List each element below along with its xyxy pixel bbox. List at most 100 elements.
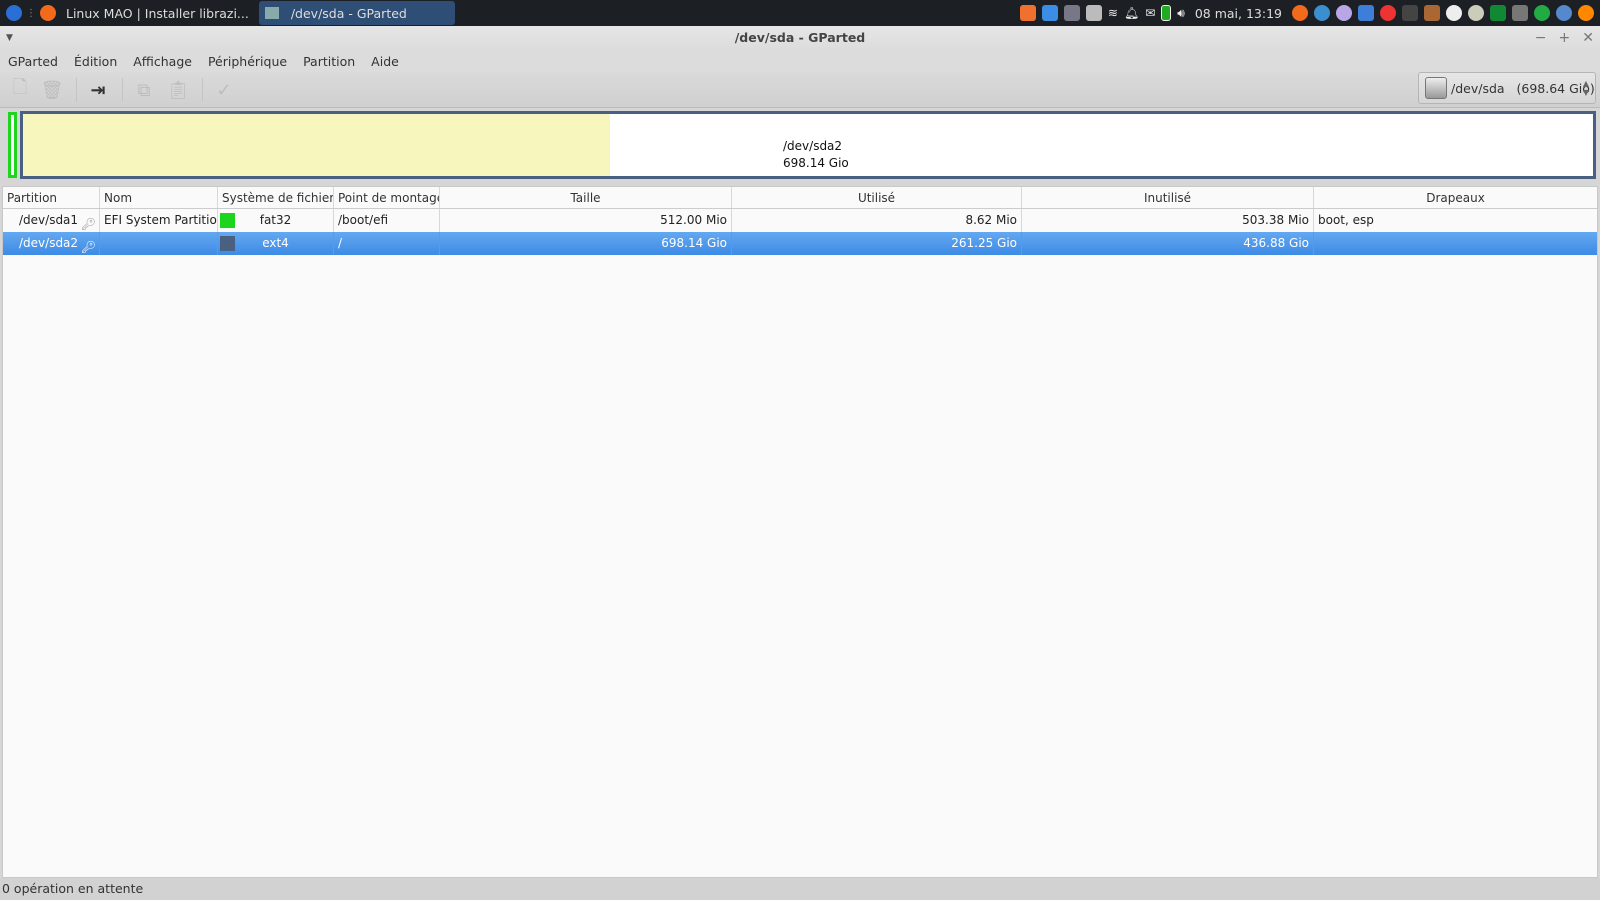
task-label: /dev/sda - GParted [290,5,407,21]
paste-icon[interactable]: 📋︎ [166,78,190,102]
header-drapeaux[interactable]: Drapeaux [1314,187,1597,208]
spinner-arrows-icon: ▲ ▼ [1582,79,1589,97]
close-button[interactable]: ✕ [1582,26,1594,50]
task-firefox[interactable]: Linux MAO | Installer librazi... [60,1,255,25]
delete-icon[interactable]: 🗑︎ [40,78,64,102]
hard-disk-icon [1425,77,1447,99]
clock[interactable]: 08 mai, 13:19 [1195,6,1282,21]
pending-operations: 0 opération en attente [2,881,144,896]
fs-color-swatch [220,236,235,251]
speaker-app-icon[interactable] [1468,5,1484,21]
table-row[interactable]: /dev/sda1 🔑︎ EFI System Partition fat32 /… [3,209,1597,232]
filesystem: ext4 [262,236,289,250]
mail-icon[interactable]: ✉ [1145,6,1155,20]
hydrogen-icon[interactable] [1490,5,1506,21]
task-gparted[interactable]: /dev/sda - GParted [258,1,455,25]
menu-bar: GParted Édition Affichage Périphérique P… [0,50,1600,72]
network-manager-icon[interactable] [1085,5,1102,21]
partition-path: /dev/sda2 [19,236,79,250]
header-utilise[interactable]: Utilisé [732,187,1022,208]
flags: boot, esp [1318,213,1374,227]
audacity-icon[interactable] [1534,5,1550,21]
menu-edition[interactable]: Édition [74,54,117,69]
mount-point: / [334,232,440,255]
size: 512.00 Mio [440,209,732,232]
menu-peripherique[interactable]: Périphérique [208,54,287,69]
wifi-icon[interactable]: ≋ [1108,6,1118,20]
unused: 436.88 Gio [1022,232,1314,255]
inkscape-icon[interactable] [1402,5,1418,21]
flags [1314,232,1597,255]
globe-icon[interactable] [1556,5,1572,21]
status-bar: 0 opération en attente [0,878,1600,900]
partition-block-sda1[interactable] [8,112,17,178]
gimp-icon[interactable] [1512,5,1528,21]
header-fs[interactable]: Système de fichiers [218,187,334,208]
header-taille[interactable]: Taille [440,187,732,208]
taskbar: ⋮ Linux MAO | Installer librazi... /dev/… [0,0,1600,26]
header-mount[interactable]: Point de montage [334,187,440,208]
system-tray: ≋ 🔔︎ ✉ 🔊︎ 08 mai, 13:19 [1019,0,1600,26]
table-row-selected[interactable]: /dev/sda2 🔑︎ ext4 / 698.14 Gio 261.25 Gio… [3,232,1597,255]
firefox-launcher-icon[interactable] [1292,5,1308,21]
removable-drive-icon[interactable] [1063,5,1080,21]
audio-app-icon[interactable] [1446,5,1462,21]
bell-icon[interactable]: 🔔︎ [1124,6,1139,20]
header-inutilise[interactable]: Inutilisé [1022,187,1314,208]
key-icon: 🔑︎ [80,240,96,254]
divider [202,78,203,102]
title-bar: ▼ /dev/sda - GParted − + ✕ [0,26,1600,50]
key-icon: 🔑︎ [80,217,96,231]
used: 8.62 Mio [732,209,1022,232]
device-selector[interactable]: /dev/sda (698.64 Gio) ▲ ▼ [1418,72,1596,104]
partition-name [100,232,218,255]
firefox-icon [40,5,56,21]
unused: 503.38 Mio [1022,209,1314,232]
header-partition[interactable]: Partition [3,187,100,208]
grip-icon: ⋮ [26,7,36,19]
toolbar: 🗋︎ 🗑︎ ⇥ ⧉ 📋︎ ✓ [0,72,1600,108]
app-launcher-icon[interactable] [1336,5,1352,21]
partition-block-name: /dev/sda2 [783,139,843,153]
window-title: /dev/sda - GParted [734,30,866,45]
blender-icon[interactable] [1578,5,1594,21]
text-editor-icon[interactable] [1358,5,1374,21]
volume-icon[interactable]: 🔊︎ [1177,6,1185,21]
window-menu-icon[interactable]: ▼ [6,26,13,50]
download-icon[interactable] [1041,5,1058,21]
apply-icon[interactable]: ✓ [212,78,236,102]
header-nom[interactable]: Nom [100,187,218,208]
menu-partition[interactable]: Partition [303,54,355,69]
partition-name: EFI System Partition [100,209,218,232]
menu-aide[interactable]: Aide [371,54,399,69]
fs-color-swatch [220,213,235,228]
menu-affichage[interactable]: Affichage [133,54,192,69]
new-partition-icon[interactable]: 🗋︎ [8,77,32,102]
used-space-fill [23,114,611,176]
partition-block-sda2[interactable]: /dev/sda2 698.14 Gio [20,111,1596,179]
resize-move-icon[interactable]: ⇥ [86,78,110,102]
update-icon[interactable] [1019,5,1036,21]
filesystem: fat32 [259,213,292,227]
divider [76,78,77,102]
partition-block-size: 698.14 Gio [783,156,849,170]
disk-map: /dev/sda2 698.14 Gio [4,110,1596,182]
copy-icon[interactable]: ⧉ [132,78,156,102]
maximize-button[interactable]: + [1559,26,1571,50]
app-menu-icon[interactable] [6,5,22,21]
task-label: Linux MAO | Installer librazi... [66,5,249,21]
mount-point: /boot/efi [334,209,440,232]
battery-icon[interactable] [1161,5,1172,21]
chromium-icon[interactable] [1314,5,1330,21]
table-header: Partition Nom Système de fichiers Point … [3,187,1597,209]
gparted-icon [264,7,279,19]
app-icon[interactable] [1424,5,1440,21]
minimize-button[interactable]: − [1535,26,1547,50]
divider [122,78,123,102]
used: 261.25 Gio [732,232,1022,255]
device-name: /dev/sda [1451,80,1505,96]
vlc-icon[interactable] [1380,5,1396,21]
partition-table: Partition Nom Système de fichiers Point … [2,186,1598,878]
menu-gparted[interactable]: GParted [8,54,58,69]
partition-path: /dev/sda1 [19,213,79,227]
